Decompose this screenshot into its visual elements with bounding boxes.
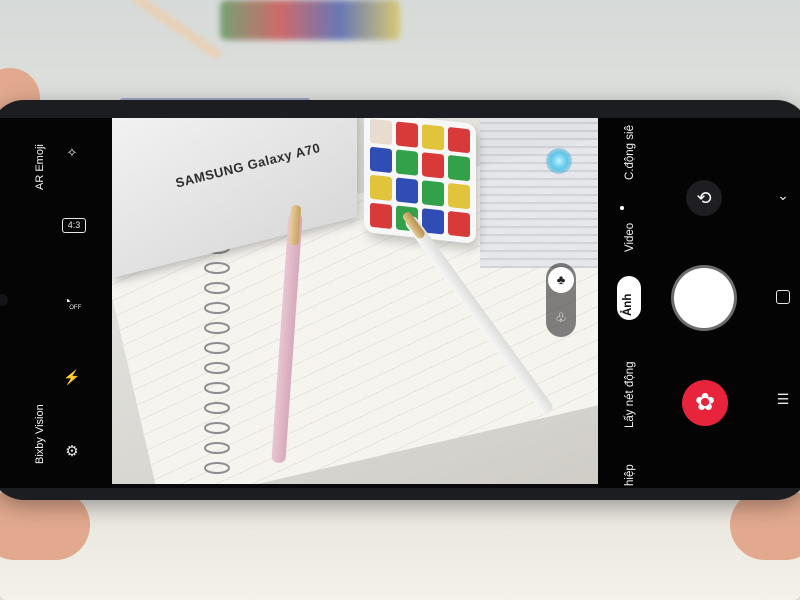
home-icon[interactable] bbox=[776, 290, 790, 304]
timer-off-label: OFF bbox=[69, 305, 82, 311]
multi-tree-icon[interactable]: ♧ bbox=[548, 305, 574, 331]
mode-live-focus[interactable]: Lấy nét động bbox=[624, 361, 636, 428]
aspect-ratio-icon[interactable]: 4:3 bbox=[62, 218, 86, 233]
right-hand-bottom bbox=[730, 490, 800, 560]
flash-off-icon[interactable]: ⚡ bbox=[62, 370, 82, 384]
background-cube-blur bbox=[220, 0, 400, 40]
mode-photo[interactable]: Ảnh bbox=[622, 294, 634, 316]
mode-video[interactable]: Video bbox=[624, 223, 636, 252]
mode-slow-motion[interactable]: C.động siê bbox=[624, 125, 636, 180]
patterned-surface bbox=[480, 118, 598, 268]
camera-settings-panel: AR Emoji Bixby Vision ✧ 4:3 ◔OFF ⚡ ⚙ bbox=[0, 118, 112, 488]
chevron-down-icon[interactable]: ⌄ bbox=[774, 188, 792, 202]
left-hand-bottom bbox=[0, 490, 90, 560]
background-table bbox=[0, 500, 800, 600]
ar-emoji-button[interactable]: AR Emoji bbox=[34, 144, 46, 190]
camera-mode-panel: C.động siê Video Ảnh Lấy nét động hiệp ⟲… bbox=[598, 118, 800, 488]
magic-wand-icon[interactable]: ✧ bbox=[62, 146, 82, 159]
aspect-ratio-label: 4:3 bbox=[67, 220, 81, 230]
camera-viewfinder[interactable]: SAMSUNG Galaxy A70 ♣ ♧ bbox=[112, 118, 598, 484]
pink-pen-clip bbox=[288, 204, 302, 246]
camera-screen: AR Emoji Bixby Vision ✧ 4:3 ◔OFF ⚡ ⚙ SAM… bbox=[0, 118, 800, 488]
mode-hiep[interactable]: hiệp bbox=[624, 464, 636, 486]
settings-icon[interactable]: ⚙ bbox=[62, 444, 82, 459]
background-pen-blur bbox=[127, 0, 223, 61]
shutter-button[interactable] bbox=[674, 268, 734, 328]
switch-camera-icon[interactable]: ⟲ bbox=[686, 180, 722, 216]
front-camera-hole bbox=[0, 294, 8, 306]
recent-apps-icon[interactable]: ☰ bbox=[776, 392, 790, 406]
bixby-vision-button[interactable]: Bixby Vision bbox=[34, 404, 46, 464]
scene-optimizer-icon[interactable] bbox=[546, 148, 572, 174]
mode-indicator-dot bbox=[620, 206, 624, 210]
timer-off-icon[interactable]: ◔OFF bbox=[62, 294, 84, 311]
zoom-selector: ♣ ♧ bbox=[546, 263, 576, 337]
single-tree-icon[interactable]: ♣ bbox=[548, 267, 574, 293]
notebook-spiral bbox=[204, 242, 230, 474]
bixby-icon[interactable]: ✿ bbox=[682, 380, 728, 426]
